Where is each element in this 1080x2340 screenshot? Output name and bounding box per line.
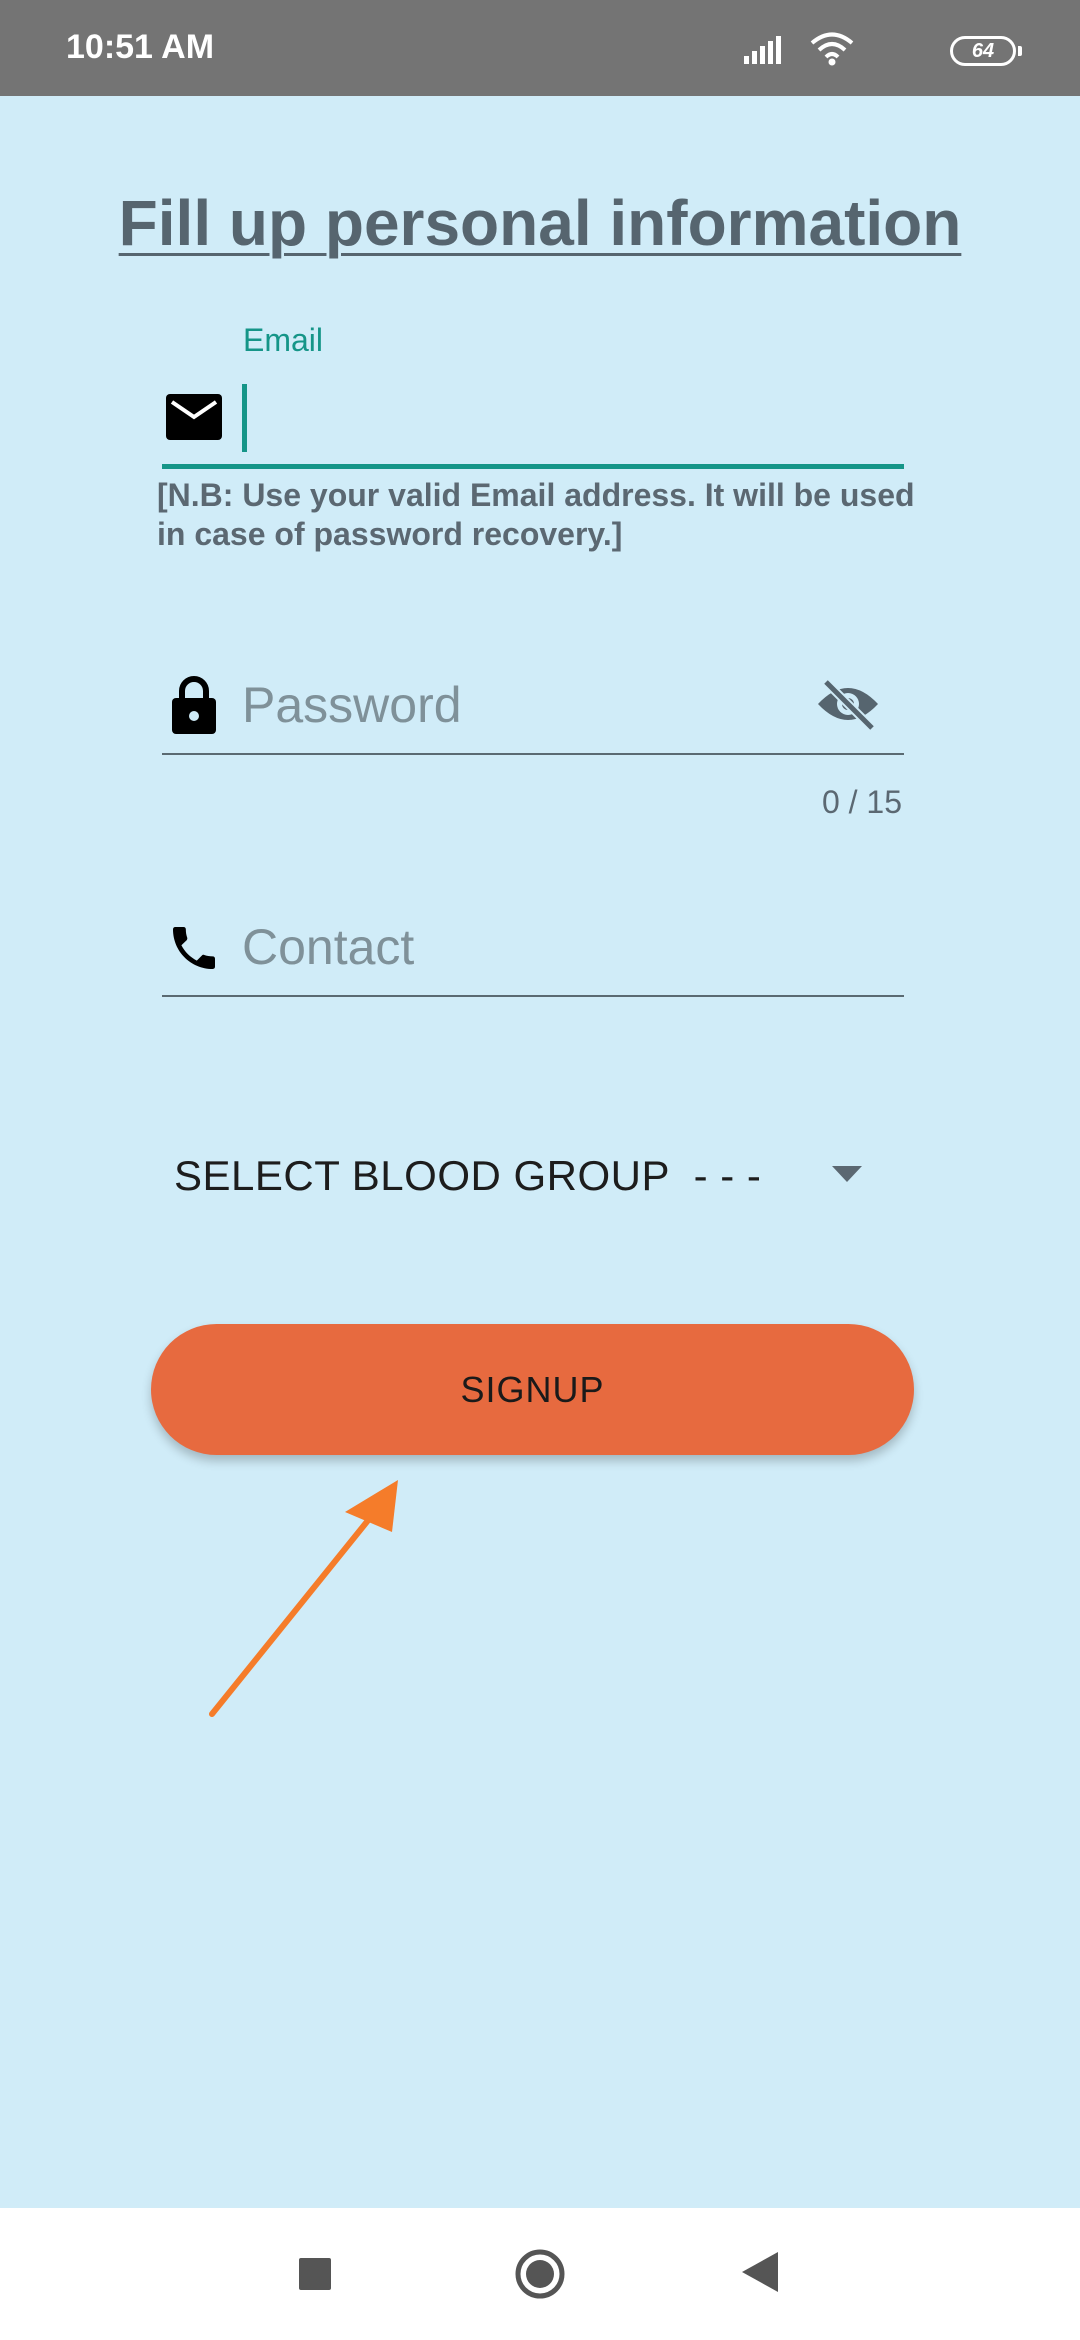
back-icon[interactable] xyxy=(742,2252,778,2292)
password-underline xyxy=(162,753,904,755)
password-char-counter: 0 / 15 xyxy=(821,784,902,820)
status-time: 10:51 AM xyxy=(66,28,215,66)
phone-icon xyxy=(173,927,215,969)
signup-button[interactable]: SIGNUP xyxy=(151,1324,914,1455)
blood-group-spinner[interactable]: SELECT BLOOD GROUP - - - xyxy=(162,1136,882,1216)
recents-icon[interactable] xyxy=(299,2258,331,2290)
signal-icon xyxy=(744,36,781,64)
email-label: Email xyxy=(243,322,324,358)
wifi-icon xyxy=(810,32,854,66)
text-cursor xyxy=(242,384,247,452)
contact-underline xyxy=(162,995,904,997)
visibility-off-icon[interactable] xyxy=(816,678,880,730)
home-icon[interactable] xyxy=(514,2248,566,2300)
contact-input[interactable] xyxy=(242,912,842,982)
email-underline xyxy=(162,464,904,469)
blood-group-selected: SELECT BLOOD GROUP - - - xyxy=(174,1152,762,1199)
lock-icon xyxy=(172,676,216,734)
password-input[interactable] xyxy=(242,670,802,740)
email-icon xyxy=(166,394,222,440)
dropdown-arrow-icon xyxy=(832,1166,862,1182)
nav-bar xyxy=(0,2208,1080,2340)
battery-icon: 64 xyxy=(950,36,1022,66)
email-note: [N.B: Use your valid Email address. It w… xyxy=(157,477,915,552)
page-title: Fill up personal information xyxy=(118,187,962,259)
status-bar: 10:51 AM 64 xyxy=(0,0,1080,96)
